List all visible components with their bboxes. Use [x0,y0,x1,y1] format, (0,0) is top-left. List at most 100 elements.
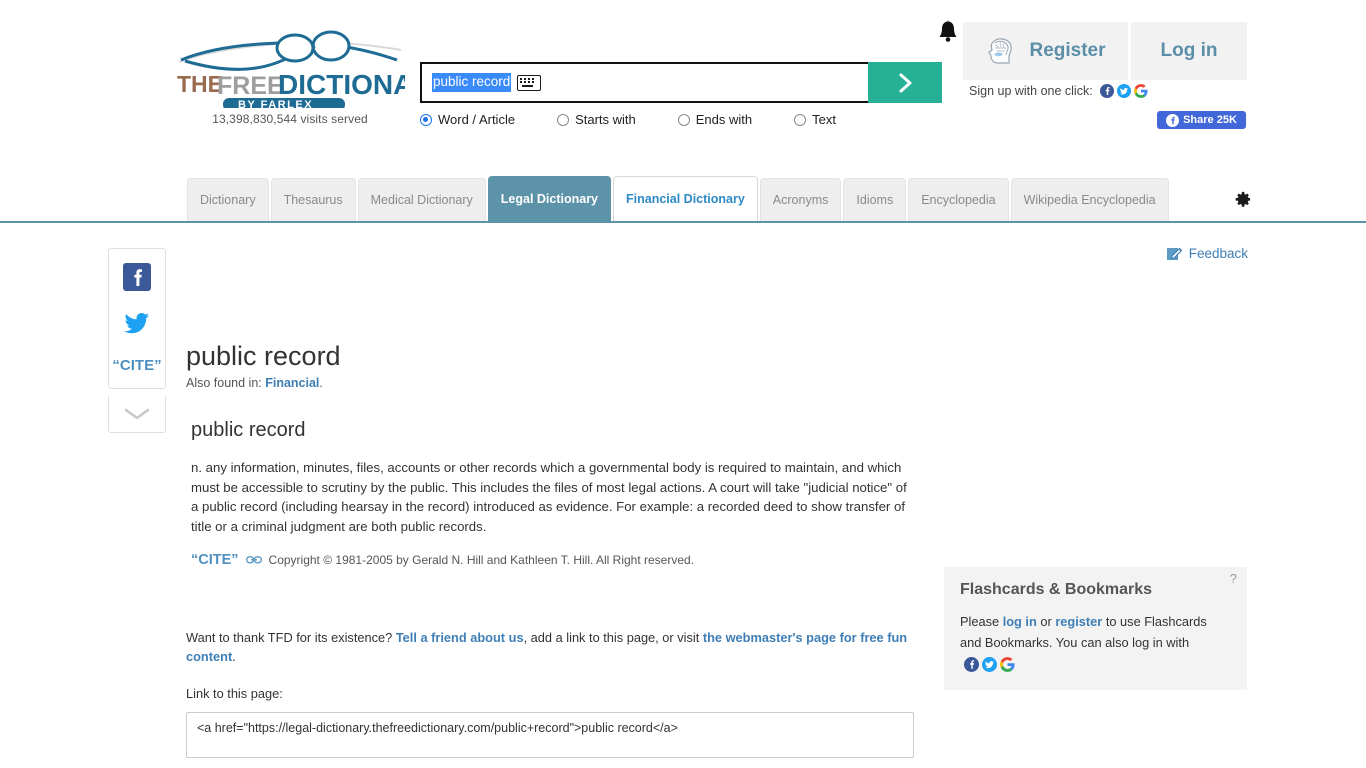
entry-content: public record Also found in: Financial. … [186,340,916,568]
facebook-icon[interactable] [964,657,979,672]
flashcards-login-link[interactable]: log in [1003,614,1037,629]
facebook-icon [1166,113,1180,127]
chevron-down-icon [124,408,150,420]
share-facebook-button[interactable] [109,263,165,294]
tab-medical-dictionary[interactable]: Medical Dictionary [357,178,486,222]
also-found-prefix: Also found in: [186,376,266,390]
cite-button[interactable]: “CITE” [191,552,239,568]
flashcards-text-or: or [1036,614,1056,629]
flashcards-panel: ? Flashcards & Bookmarks Please log in o… [944,567,1247,690]
thanks-part3: . [232,649,236,664]
search-input[interactable]: public record [420,62,868,103]
thank-tfd-paragraph: Want to thank TFD for its existence? Tel… [186,628,916,666]
flashcards-text-part1: Please [960,614,1003,629]
tab-label: Encyclopedia [921,193,996,207]
tab-encyclopedia[interactable]: Encyclopedia [908,178,1009,222]
tab-wikipedia-encyclopedia[interactable]: Wikipedia Encyclopedia [1010,178,1169,222]
facebook-icon[interactable] [1099,84,1114,98]
share-twitter-button[interactable] [109,312,165,339]
register-button[interactable]: Register [963,22,1131,80]
login-button[interactable]: Log in [1131,22,1247,80]
tab-label: Legal Dictionary [500,192,599,206]
radio-dot [557,113,570,126]
flashcards-help-icon[interactable]: ? [1230,571,1237,586]
twitter-icon[interactable] [1116,84,1131,98]
tab-thesaurus[interactable]: Thesaurus [270,178,356,222]
flashcards-text: Please log in or register to use Flashca… [960,611,1231,674]
account-box: Register Log in [963,22,1247,80]
dictionary-tabs: Dictionary Thesaurus Medical Dictionary … [187,176,1171,222]
tab-dictionary[interactable]: Dictionary [187,178,269,222]
pencil-edit-icon [1166,247,1182,260]
facebook-icon [123,263,151,291]
link-to-page-textarea[interactable] [186,712,914,758]
tab-legal-dictionary[interactable]: Legal Dictionary [487,176,612,222]
feedback-link[interactable]: Feedback [1166,245,1248,262]
tab-label: Wikipedia Encyclopedia [1023,193,1156,207]
radio-text[interactable]: Text [794,112,836,127]
header-divider [0,221,1366,223]
flashcards-title: Flashcards & Bookmarks [960,581,1153,598]
tab-acronyms[interactable]: Acronyms [759,178,842,222]
tab-idioms[interactable]: Idioms [843,178,907,222]
also-found-line: Also found in: Financial. [186,376,916,390]
link-to-page-label: Link to this page: [186,686,283,701]
search-mode-options: Word / Article Starts with Ends with Tex… [420,112,942,127]
link-chain-icon[interactable] [245,555,262,565]
share-rail-expand-button[interactable] [108,396,166,433]
login-label: Log in [1160,40,1218,61]
svg-text:FREE: FREE [217,72,284,100]
facebook-share-button[interactable]: Share 25K [1157,111,1246,129]
svg-text:DICTIONARY: DICTIONARY [278,69,405,100]
search-row: public record [420,62,942,103]
keyboard-icon[interactable] [517,74,542,91]
gear-glyph [1235,191,1251,207]
share-cite-button[interactable]: “CITE” [109,357,165,374]
search-input-value: public record [432,73,512,92]
google-icon[interactable] [1133,84,1148,98]
flashcards-register-link[interactable]: register [1055,614,1102,629]
flashcards-social-icons [964,657,1015,672]
notification-bell-icon[interactable] [937,20,959,46]
twitter-icon[interactable] [982,657,997,672]
page-title: public record [186,341,341,371]
tab-label: Dictionary [200,193,256,207]
radio-ends-with[interactable]: Ends with [677,112,753,127]
tab-label: Financial Dictionary [626,192,745,206]
definition-text: n. any information, minutes, files, acco… [191,460,907,534]
radio-dot [794,113,807,126]
tab-label: Acronyms [772,193,829,207]
search-submit-button[interactable] [868,62,942,103]
tell-a-friend-link[interactable]: Tell a friend about us [396,630,524,645]
gear-icon[interactable] [1233,190,1252,212]
facebook-share-label: Share 25K [1183,114,1237,126]
radio-dot-selected [420,113,432,126]
twitter-icon [124,313,149,334]
also-found-financial-link[interactable]: Financial [265,376,319,390]
radio-label: Text [812,112,836,127]
citation-row: “CITE” Copyright © 1981-2005 by Gerald N… [191,552,916,568]
register-label: Register [1029,40,1106,61]
signup-label: Sign up with one click: [969,84,1093,98]
radio-label: Ends with [695,112,753,127]
also-found-suffix: . [319,376,323,390]
tab-financial-dictionary[interactable]: Financial Dictionary [613,176,758,222]
radio-dot [677,113,690,126]
radio-word-article[interactable]: Word / Article [420,112,515,127]
signup-one-click: Sign up with one click: [969,84,1148,98]
google-icon[interactable] [1000,657,1015,672]
bell-glyph [939,20,957,42]
thanks-part2: , add a link to this page, or visit [523,630,703,645]
thefreedictionary-logo-icon: THE FREE DICTIONARY BY FARLEX [177,30,405,108]
copyright-text: Copyright © 1981-2005 by Gerald N. Hill … [268,553,695,568]
feedback-label: Feedback [1188,246,1248,261]
tab-label: Idioms [856,193,894,207]
tab-label: Medical Dictionary [370,193,473,207]
signup-social-icons [1099,84,1148,98]
radio-starts-with[interactable]: Starts with [557,112,636,127]
site-logo[interactable]: THE FREE DICTIONARY BY FARLEX 13,398,830… [175,30,405,126]
chevron-right-icon [899,73,912,92]
share-rail: “CITE” [108,248,166,389]
visits-served-count: 13,398,830,544 visits served [212,112,368,126]
search-area: public record Word / Article Starts with… [420,62,942,127]
